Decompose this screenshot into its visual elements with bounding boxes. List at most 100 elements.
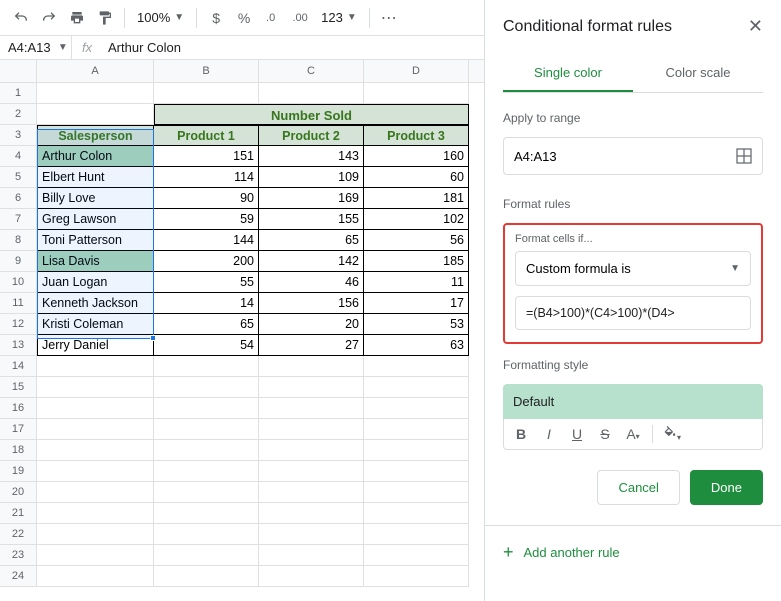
table-cell[interactable]: 144 (154, 230, 259, 251)
row-header[interactable]: 9 (0, 251, 37, 272)
redo-icon[interactable] (36, 5, 62, 31)
table-cell[interactable]: 143 (259, 146, 364, 167)
table-cell[interactable]: 53 (364, 314, 469, 335)
row-header[interactable]: 24 (0, 566, 37, 587)
table-cell[interactable]: 200 (154, 251, 259, 272)
row-header[interactable]: 4 (0, 146, 37, 167)
row-header[interactable]: 11 (0, 293, 37, 314)
header-cell[interactable]: Product 3 (364, 125, 469, 146)
table-cell[interactable]: Billy Love (37, 188, 154, 209)
table-cell[interactable]: 55 (154, 272, 259, 293)
row-header[interactable]: 17 (0, 419, 37, 440)
table-cell[interactable]: 59 (154, 209, 259, 230)
row-header[interactable]: 3 (0, 125, 37, 146)
table-cell[interactable]: 169 (259, 188, 364, 209)
table-cell[interactable]: 160 (364, 146, 469, 167)
row-header[interactable]: 2 (0, 104, 37, 125)
table-cell[interactable]: 156 (259, 293, 364, 314)
row-header[interactable]: 1 (0, 83, 37, 104)
table-cell[interactable]: 155 (259, 209, 364, 230)
table-cell[interactable]: 109 (259, 167, 364, 188)
col-header[interactable]: B (154, 60, 259, 82)
row-header[interactable]: 16 (0, 398, 37, 419)
table-cell[interactable]: 65 (259, 230, 364, 251)
col-header[interactable]: D (364, 60, 469, 82)
table-cell[interactable]: 54 (154, 335, 259, 356)
row-header[interactable]: 8 (0, 230, 37, 251)
row-header[interactable]: 18 (0, 440, 37, 461)
tab-color-scale[interactable]: Color scale (633, 55, 763, 92)
custom-formula-input[interactable]: =(B4>100)*(C4>100)*(D4> (515, 296, 751, 330)
table-cell[interactable]: Lisa Davis (37, 251, 154, 272)
italic-button[interactable]: I (540, 426, 558, 442)
select-all-corner[interactable] (0, 60, 37, 82)
spreadsheet-grid[interactable]: A B C D 12Number Sold3SalespersonProduct… (0, 60, 484, 601)
row-header[interactable]: 6 (0, 188, 37, 209)
table-cell[interactable]: 65 (154, 314, 259, 335)
table-cell[interactable]: 142 (259, 251, 364, 272)
paint-format-icon[interactable] (92, 5, 118, 31)
table-cell[interactable]: Kenneth Jackson (37, 293, 154, 314)
row-header[interactable]: 5 (0, 167, 37, 188)
header-cell[interactable]: Product 1 (154, 125, 259, 146)
row-header[interactable]: 13 (0, 335, 37, 356)
increase-decimal-icon[interactable]: .00 (287, 5, 313, 31)
table-cell[interactable]: 46 (259, 272, 364, 293)
header-cell[interactable]: Product 2 (259, 125, 364, 146)
more-icon[interactable]: ⋯ (376, 5, 402, 31)
underline-button[interactable]: U (568, 426, 586, 442)
table-cell[interactable]: 102 (364, 209, 469, 230)
row-header[interactable]: 10 (0, 272, 37, 293)
table-cell[interactable]: 185 (364, 251, 469, 272)
table-cell[interactable]: 14 (154, 293, 259, 314)
table-cell[interactable]: Elbert Hunt (37, 167, 154, 188)
row-header[interactable]: 21 (0, 503, 37, 524)
table-cell[interactable]: 181 (364, 188, 469, 209)
decrease-decimal-icon[interactable]: .0 (259, 5, 285, 31)
row-header[interactable]: 20 (0, 482, 37, 503)
table-cell[interactable]: 151 (154, 146, 259, 167)
row-header[interactable]: 19 (0, 461, 37, 482)
print-icon[interactable] (64, 5, 90, 31)
table-cell[interactable]: Toni Patterson (37, 230, 154, 251)
row-header[interactable]: 15 (0, 377, 37, 398)
table-cell[interactable]: Greg Lawson (37, 209, 154, 230)
row-header[interactable]: 22 (0, 524, 37, 545)
range-input[interactable]: A4:A13 (503, 137, 763, 175)
table-cell[interactable]: Juan Logan (37, 272, 154, 293)
strikethrough-button[interactable]: S (596, 426, 614, 442)
col-header[interactable]: C (259, 60, 364, 82)
table-cell[interactable]: Kristi Coleman (37, 314, 154, 335)
row-header[interactable]: 12 (0, 314, 37, 335)
table-cell[interactable]: Arthur Colon (37, 146, 154, 167)
merged-header[interactable]: Number Sold (154, 104, 469, 125)
table-cell[interactable]: 11 (364, 272, 469, 293)
header-cell[interactable]: Salesperson (37, 125, 154, 146)
row-header[interactable]: 23 (0, 545, 37, 566)
formula-input[interactable]: Arthur Colon (102, 40, 187, 55)
row-header[interactable]: 7 (0, 209, 37, 230)
cancel-button[interactable]: Cancel (597, 470, 679, 505)
table-cell[interactable]: 17 (364, 293, 469, 314)
zoom-select[interactable]: 100%▼ (131, 10, 190, 25)
table-cell[interactable]: 60 (364, 167, 469, 188)
tab-single-color[interactable]: Single color (503, 55, 633, 92)
select-range-icon[interactable] (736, 148, 752, 164)
table-cell[interactable]: Jerry Daniel (37, 335, 154, 356)
undo-icon[interactable] (8, 5, 34, 31)
done-button[interactable]: Done (690, 470, 763, 505)
close-icon[interactable]: ✕ (748, 16, 763, 37)
col-header[interactable]: A (37, 60, 154, 82)
row-header[interactable]: 14 (0, 356, 37, 377)
fill-color-button[interactable]: ▾ (663, 426, 681, 443)
bold-button[interactable]: B (512, 426, 530, 442)
condition-dropdown[interactable]: Custom formula is▼ (515, 251, 751, 286)
table-cell[interactable]: 114 (154, 167, 259, 188)
table-cell[interactable]: 63 (364, 335, 469, 356)
add-another-rule[interactable]: + Add another rule (503, 542, 763, 563)
currency-icon[interactable]: $ (203, 5, 229, 31)
style-preview[interactable]: Default (503, 384, 763, 419)
table-cell[interactable]: 90 (154, 188, 259, 209)
text-color-button[interactable]: A▾ (624, 426, 642, 442)
table-cell[interactable]: 20 (259, 314, 364, 335)
